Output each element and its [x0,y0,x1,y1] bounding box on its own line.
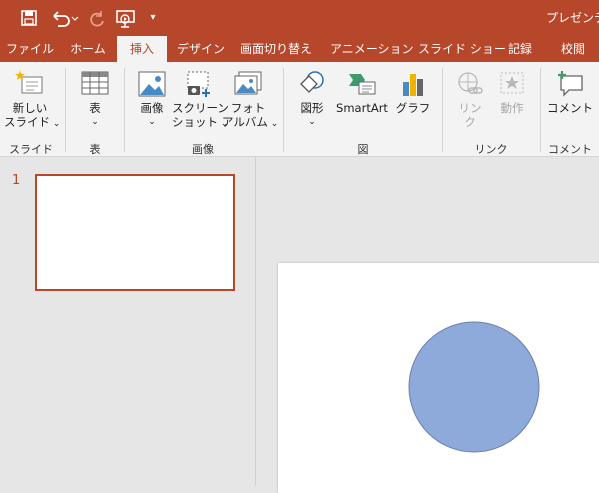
chevron-down-icon: ⌄ [91,117,99,127]
group-tables-label: 表 [89,143,101,156]
chevron-down-icon: ⌄ [50,119,61,129]
photo-album-icon [234,71,262,95]
action-label: 動作 [500,101,524,115]
tab-animations[interactable]: アニメーション [330,36,414,62]
link-label-1: リン [458,101,482,115]
redo-icon[interactable] [86,6,108,30]
undo-icon[interactable] [48,6,80,30]
comment-button[interactable]: コメント [546,70,594,115]
shapes-button[interactable]: 図形 ⌄ [292,70,332,129]
shapes-icon [300,71,324,93]
group-images-label: 画像 [192,143,214,156]
slide-canvas[interactable] [278,263,599,493]
shapes-label: 図形 [300,101,324,115]
tab-home[interactable]: ホーム [66,36,110,62]
slide-thumbnail[interactable] [35,174,235,291]
tab-file[interactable]: ファイル [6,36,54,62]
smartart-icon [349,74,376,95]
image-icon [138,71,166,97]
group-comments-label: コメント [548,143,592,156]
smartart-button[interactable]: SmartArt [332,70,392,115]
table-label: 表 [89,101,101,115]
table-icon [81,71,109,95]
tab-design[interactable]: デザイン [174,36,228,62]
group-divider [124,68,125,152]
tab-record[interactable]: 記録 [505,36,535,62]
photo-album-button[interactable]: フォト アルバム ⌄ [222,70,278,131]
new-slide-label-1: 新しい [12,101,48,115]
window-title: プレゼンテー [546,11,599,25]
group-links-label: リンク [474,143,508,156]
link-label-2: ク [464,115,476,129]
action-icon [500,72,524,94]
photo-album-label-1: フォト [230,101,266,115]
group-divider [540,68,541,152]
group-divider [442,68,443,152]
group-divider [65,68,66,152]
chevron-down-icon: ⌄ [148,117,156,127]
group-divider [283,68,284,152]
link-icon [458,72,483,94]
ribbon: 新しい スライド ⌄ スライド 表 ⌄ 表 画像 ⌄ スクリーン ショット ⌄ … [0,62,599,157]
new-slide-button[interactable]: 新しい スライド ⌄ [4,68,60,131]
circle-shape[interactable] [408,321,540,453]
tab-transitions[interactable]: 画面切り替え [238,36,314,62]
screenshot-button[interactable]: スクリーン ショット ⌄ [172,70,229,131]
save-icon[interactable] [18,6,40,30]
chart-icon [403,74,423,96]
comment-icon [558,71,583,97]
photo-album-label-2: アルバム [222,115,268,129]
tab-insert[interactable]: 挿入 [117,36,167,62]
images-label: 画像 [140,101,164,115]
slide-shapes [408,321,540,453]
slide-number: 1 [12,173,21,188]
group-slides-label: スライド [9,143,53,156]
group-illustrations-label: 図 [357,143,369,156]
screenshot-label-2: ショット [172,115,218,129]
smartart-label: SmartArt [336,101,388,115]
customize-qat-icon[interactable]: ▾ [146,6,160,30]
ribbon-tabs: ファイル ホーム 挿入 デザイン 画面切り替え アニメーション スライド ショー… [0,36,599,62]
screenshot-label-1: スクリーン [172,101,229,115]
chevron-down-icon: ⌄ [267,119,279,129]
chart-button[interactable]: グラフ [394,70,432,115]
present-from-start-icon[interactable] [114,6,138,30]
title-bar: ▾ プレゼンテー [0,0,599,36]
new-slide-icon [15,70,43,94]
tab-review[interactable]: 校閲 [556,36,590,62]
new-slide-label-2: スライド [4,115,50,129]
comment-label: コメント [547,101,593,115]
chevron-down-icon: ⌄ [308,117,316,127]
images-button[interactable]: 画像 ⌄ [132,70,172,129]
chart-label: グラフ [395,101,431,115]
link-button[interactable]: リン ク [450,70,490,129]
action-button[interactable]: 動作 [492,70,532,115]
tab-slideshow[interactable]: スライド ショー [418,36,506,62]
table-button[interactable]: 表 ⌄ [74,70,116,129]
screenshot-icon [187,71,210,97]
